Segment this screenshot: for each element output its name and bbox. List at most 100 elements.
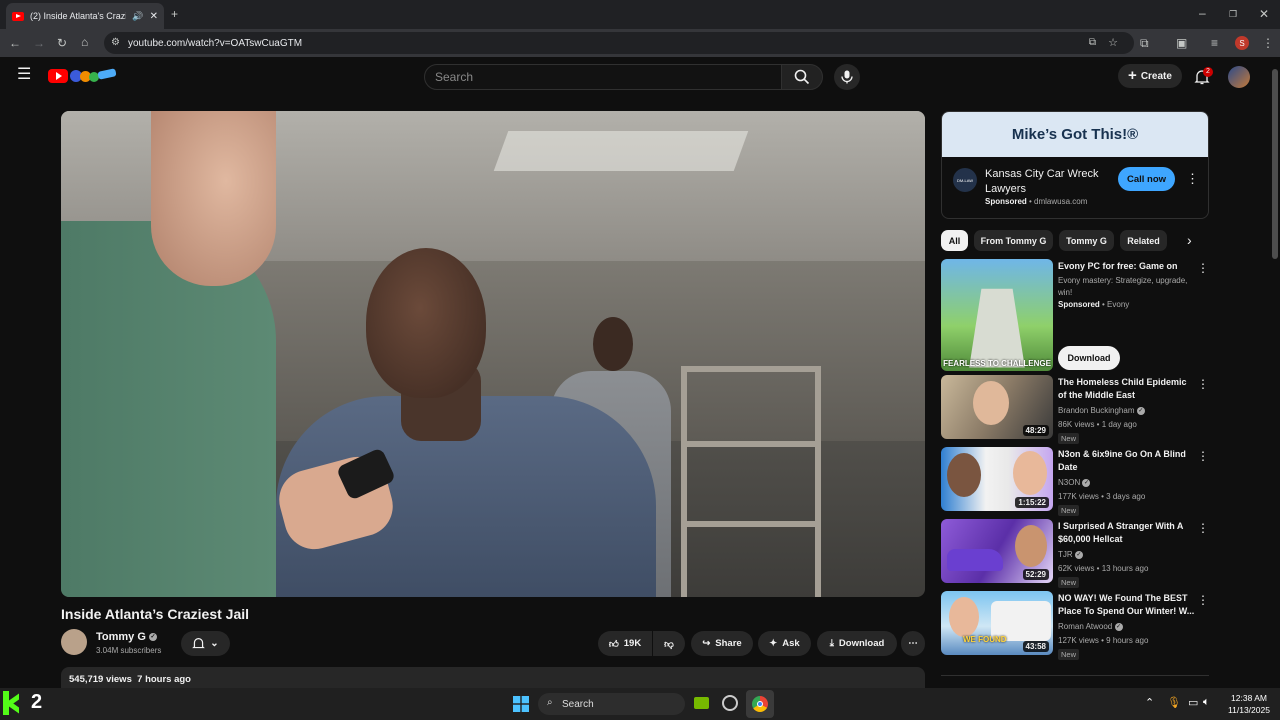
channel-name[interactable]: Brandon Buckingham ✓ xyxy=(1058,406,1145,415)
more-vertical-icon[interactable]: ⋮ xyxy=(1197,521,1209,535)
ad-menu-icon[interactable]: ⋮ xyxy=(1186,171,1199,187)
verified-icon: ✓ xyxy=(1136,406,1145,415)
download-button[interactable]: ⤓ Download xyxy=(817,631,897,656)
forward-icon[interactable]: → xyxy=(33,37,45,49)
back-icon[interactable]: ← xyxy=(9,37,21,49)
profile-avatar[interactable]: S xyxy=(1235,36,1249,50)
page-scrollbar[interactable] xyxy=(1270,57,1280,688)
like-button[interactable]: 👍︎ 19K xyxy=(598,631,652,656)
list-item[interactable]: 48:29 The Homeless Child Epidemic of the… xyxy=(941,375,1209,444)
widget-logo[interactable] xyxy=(3,691,23,715)
subscribed-button[interactable]: ⌄ xyxy=(181,631,230,656)
clock-time[interactable]: 12:38 AM xyxy=(1224,693,1274,703)
ad-meta: Sponsored • Evony xyxy=(1058,300,1130,309)
video-title[interactable]: The Homeless Child Epidemic of the Middl… xyxy=(1058,376,1196,402)
chevron-up-icon[interactable]: ⌃ xyxy=(1145,696,1154,709)
video-player[interactable] xyxy=(61,111,925,597)
notifications-button[interactable]: 2 xyxy=(1193,67,1213,87)
chip-from-tommy-g[interactable]: From Tommy G xyxy=(974,230,1053,251)
chrome-taskbar-icon[interactable] xyxy=(746,690,774,718)
network-icon[interactable]: ▭ xyxy=(1188,696,1198,709)
list-item[interactable]: FEARLESS TO CHALLENGE Evony PC for free:… xyxy=(941,259,1209,371)
reload-icon[interactable]: ↻ xyxy=(57,37,67,49)
nvidia-app-icon[interactable] xyxy=(694,697,709,709)
hamburger-menu-icon[interactable]: ☰ xyxy=(17,67,31,83)
app-icon[interactable] xyxy=(722,695,738,711)
voice-search-button[interactable] xyxy=(834,64,860,90)
chip-all[interactable]: All xyxy=(941,230,968,251)
verified-icon: ✓ xyxy=(148,633,157,642)
minimize-icon[interactable]: – xyxy=(1199,7,1206,19)
video-thumbnail[interactable]: WE FOUND 43:58 xyxy=(941,591,1053,655)
more-actions-button[interactable]: ⋯ xyxy=(901,631,925,656)
share-button[interactable]: ↪ Share xyxy=(691,631,753,656)
browser-tab[interactable]: (2) Inside Atlanta's Craziest 🔊 ✕ xyxy=(6,3,164,29)
maximize-icon[interactable]: ❐ xyxy=(1229,8,1237,20)
channel-avatar[interactable] xyxy=(61,629,87,655)
more-horizontal-icon: ⋯ xyxy=(908,638,918,649)
video-title: Inside Atlanta’s Craziest Jail xyxy=(61,606,250,622)
account-avatar[interactable] xyxy=(1228,66,1250,88)
close-window-icon[interactable]: ✕ xyxy=(1259,8,1269,20)
list-item[interactable]: WE FOUND 43:58 NO WAY! We Found The BEST… xyxy=(941,591,1209,660)
thumbnail-face-2 xyxy=(1013,451,1047,495)
start-button[interactable] xyxy=(513,696,529,712)
video-thumbnail[interactable]: 1:15:22 xyxy=(941,447,1053,511)
more-vertical-icon[interactable]: ⋮ xyxy=(1197,449,1209,463)
youtube-logo[interactable] xyxy=(48,68,117,84)
speaker-icon[interactable]: 🔊 xyxy=(132,11,143,22)
video-title[interactable]: Evony PC for free: Game on xyxy=(1058,260,1196,273)
clock-date[interactable]: 11/13/2025 xyxy=(1224,705,1274,715)
more-vertical-icon[interactable]: ⋮ xyxy=(1197,377,1209,391)
video-thumbnail[interactable]: FEARLESS TO CHALLENGE xyxy=(941,259,1053,371)
ad-title[interactable]: Kansas City Car Wreck Lawyers xyxy=(985,167,1110,197)
video-thumbnail[interactable]: 48:29 xyxy=(941,375,1053,439)
side-panel-icon[interactable]: ▣ xyxy=(1176,37,1187,49)
channel-name[interactable]: TJR ✓ xyxy=(1058,550,1083,559)
list-item[interactable]: 1:15:22 N3on & 6ix9ine Go On A Blind Dat… xyxy=(941,447,1209,516)
microphone-icon[interactable]: 🎙︎ xyxy=(1167,696,1181,709)
search-button[interactable] xyxy=(781,64,823,90)
volume-icon[interactable]: 🔈︎ xyxy=(1203,696,1210,709)
video-title[interactable]: N3on & 6ix9ine Go On A Blind Date xyxy=(1058,448,1196,474)
ask-button[interactable]: ✦ Ask xyxy=(758,631,811,656)
video-frame-bunk xyxy=(681,366,821,597)
channel-name[interactable]: Roman Atwood ✓ xyxy=(1058,622,1123,631)
install-app-icon[interactable]: ⧉ xyxy=(1089,37,1096,48)
ad-banner[interactable]: Mike’s Got This!® xyxy=(942,112,1208,157)
video-title[interactable]: NO WAY! We Found The BEST Place To Spend… xyxy=(1058,592,1196,618)
chevron-right-icon[interactable]: › xyxy=(1187,232,1192,248)
dislike-button[interactable]: 👎︎ xyxy=(653,631,685,656)
ad-call-button[interactable]: Call now xyxy=(1118,167,1175,191)
media-controls-icon[interactable]: ≡ xyxy=(1211,37,1218,49)
bell-icon xyxy=(192,638,206,649)
tab-close-icon[interactable]: ✕ xyxy=(150,11,158,22)
address-bar[interactable]: ⚙ youtube.com/watch?v=OATswCuaGTM ⧉ ☆ xyxy=(104,32,1134,54)
duration-badge: 52:29 xyxy=(1022,569,1049,580)
home-icon[interactable]: ⌂ xyxy=(81,36,88,48)
new-tab-icon[interactable]: + xyxy=(171,8,178,20)
url-text: youtube.com/watch?v=OATswCuaGTM xyxy=(128,37,303,49)
download-cta-button[interactable]: Download xyxy=(1058,346,1120,370)
tab-title: (2) Inside Atlanta's Craziest xyxy=(30,11,126,21)
more-vertical-icon[interactable]: ⋮ xyxy=(1197,261,1209,275)
bookmark-star-icon[interactable]: ☆ xyxy=(1108,36,1118,49)
channel-name[interactable]: Tommy G ✓ xyxy=(96,631,157,643)
windows-logo-icon xyxy=(513,696,529,712)
search-input[interactable]: Search xyxy=(424,64,782,90)
channel-name-text: Brandon Buckingham xyxy=(1058,406,1135,415)
video-thumbnail[interactable]: 52:29 xyxy=(941,519,1053,583)
video-title[interactable]: I Surprised A Stranger With A $60,000 He… xyxy=(1058,520,1196,546)
extensions-icon[interactable]: ⧉ xyxy=(1140,37,1149,49)
more-vertical-icon[interactable]: ⋮ xyxy=(1197,593,1209,607)
chip-tommy-g[interactable]: Tommy G xyxy=(1059,230,1114,251)
ad-card[interactable]: Mike’s Got This!® DM-LAW Kansas City Car… xyxy=(941,111,1209,219)
chip-related[interactable]: Related xyxy=(1120,230,1167,251)
taskbar-search[interactable]: ⌕ Search xyxy=(538,693,685,715)
chrome-menu-icon[interactable]: ⋮ xyxy=(1262,37,1274,49)
channel-name[interactable]: N3ON ✓ xyxy=(1058,478,1091,487)
list-item[interactable]: 52:29 I Surprised A Stranger With A $60,… xyxy=(941,519,1209,588)
scrollbar-thumb[interactable] xyxy=(1272,69,1278,259)
site-info-icon[interactable]: ⚙ xyxy=(111,37,120,48)
create-button[interactable]: + Create xyxy=(1118,64,1182,88)
